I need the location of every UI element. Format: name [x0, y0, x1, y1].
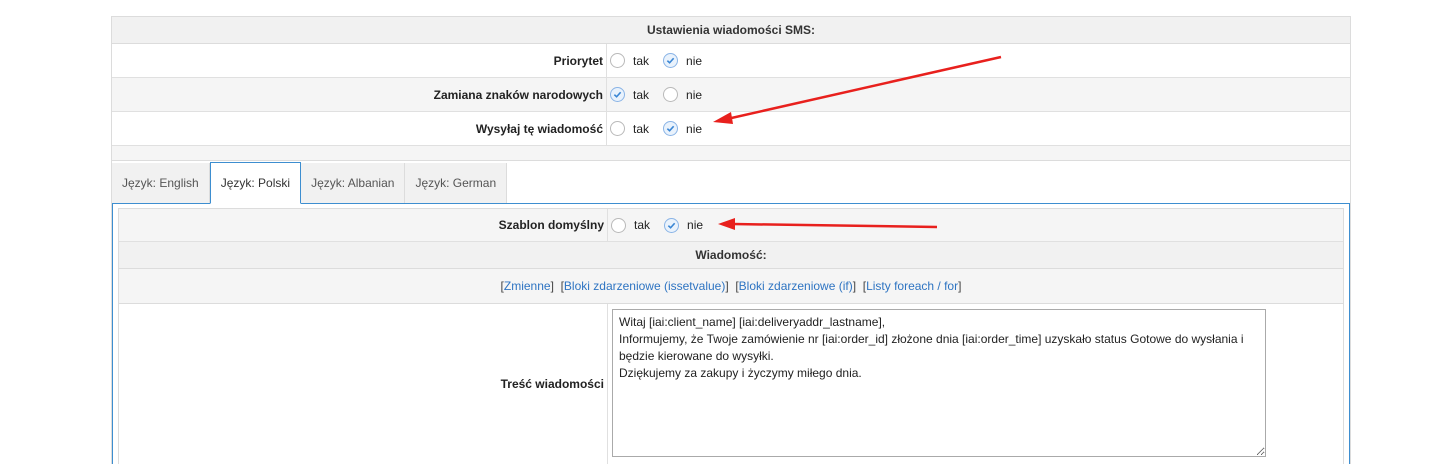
variables-link[interactable]: Zmienne — [504, 279, 551, 293]
national-chars-label: Zamiana znaków narodowych — [433, 87, 603, 102]
default-template-no-option[interactable]: nie — [664, 217, 704, 233]
message-header: Wiadomość: — [119, 242, 1343, 269]
section-spacer — [112, 146, 1350, 161]
tab-albanian[interactable]: Język: Albanian — [301, 163, 406, 203]
national-chars-no-label: nie — [686, 87, 703, 102]
message-content-textarea[interactable]: Witaj [iai:client_name] [iai:deliveryadd… — [612, 309, 1266, 457]
send-message-options: tak nie — [606, 112, 1350, 145]
priority-no-option[interactable]: nie — [663, 53, 702, 68]
national-chars-yes-option[interactable]: tak — [610, 87, 649, 102]
send-message-yes-option[interactable]: tak — [610, 121, 649, 136]
send-message-yes-label: tak — [633, 121, 650, 136]
national-chars-yes-label: tak — [633, 87, 650, 102]
radio-checked-icon[interactable] — [663, 53, 679, 68]
radio-unchecked-icon[interactable] — [610, 53, 625, 68]
default-template-label: Szablon domyślny — [498, 218, 604, 232]
message-content-row: Treść wiadomości Witaj [iai:client_name]… — [119, 304, 1343, 464]
send-message-row: Wysyłaj tę wiadomość tak nie — [112, 112, 1350, 146]
priority-yes-label: tak — [633, 53, 650, 68]
send-message-no-option[interactable]: nie — [663, 121, 702, 136]
radio-checked-icon[interactable] — [664, 217, 680, 233]
tab-german[interactable]: Język: German — [405, 163, 508, 203]
radio-checked-icon[interactable] — [610, 87, 625, 102]
event-blocks-if-link[interactable]: Bloki zdarzeniowe (if) — [739, 279, 853, 293]
radio-unchecked-icon[interactable] — [610, 121, 625, 136]
default-template-row: Szablon domyślny tak nie — [119, 209, 1343, 242]
language-tabs: Język: English Język: Polski Język: Alba… — [112, 161, 1350, 204]
priority-label: Priorytet — [553, 53, 603, 68]
priority-row: Priorytet tak nie — [112, 44, 1350, 78]
national-chars-options: tak nie — [606, 78, 1350, 111]
national-chars-row: Zamiana znaków narodowych tak nie — [112, 78, 1350, 112]
event-blocks-issetvalue-link[interactable]: Bloki zdarzeniowe (issetvalue) — [564, 279, 725, 293]
national-chars-no-option[interactable]: nie — [663, 87, 702, 102]
priority-no-label: nie — [686, 53, 703, 68]
radio-checked-icon[interactable] — [663, 121, 679, 136]
foreach-lists-link[interactable]: Listy foreach / for — [866, 279, 958, 293]
sms-settings-panel: Ustawienia wiadomości SMS: Priorytet tak… — [111, 16, 1351, 464]
tab-polski[interactable]: Język: Polski — [209, 162, 302, 204]
default-template-yes-option[interactable]: tak — [611, 217, 651, 233]
default-template-yes-label: tak — [634, 218, 651, 232]
priority-options: tak nie — [606, 44, 1350, 77]
send-message-label: Wysyłaj tę wiadomość — [475, 121, 603, 136]
variable-links: [Zmienne] [Bloki zdarzeniowe (issetvalue… — [119, 269, 1343, 304]
message-content-label: Treść wiadomości — [500, 377, 604, 391]
tab-content-polski: Szablon domyślny tak nie Wiadomość: [Zmi… — [112, 203, 1350, 464]
template-settings: Szablon domyślny tak nie Wiadomość: [Zmi… — [118, 208, 1344, 464]
send-message-no-label: nie — [686, 121, 703, 136]
sms-settings-header: Ustawienia wiadomości SMS: — [112, 17, 1350, 44]
priority-yes-option[interactable]: tak — [610, 53, 649, 68]
default-template-options: tak nie — [607, 209, 1343, 241]
default-template-no-label: nie — [687, 218, 704, 232]
radio-unchecked-icon[interactable] — [611, 217, 626, 233]
message-content-cell: Witaj [iai:client_name] [iai:deliveryadd… — [607, 304, 1343, 464]
tab-english[interactable]: Język: English — [112, 163, 210, 203]
radio-unchecked-icon[interactable] — [663, 87, 679, 102]
